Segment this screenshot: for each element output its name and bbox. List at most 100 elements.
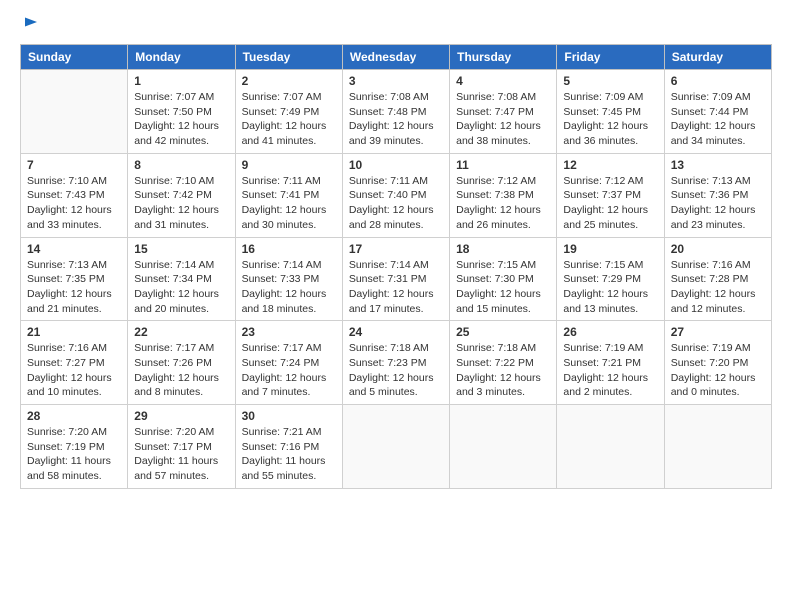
day-number: 6 (671, 74, 765, 88)
day-info: Sunrise: 7:10 AM Sunset: 7:43 PM Dayligh… (27, 174, 121, 233)
day-info: Sunrise: 7:11 AM Sunset: 7:41 PM Dayligh… (242, 174, 336, 233)
day-number: 8 (134, 158, 228, 172)
day-info: Sunrise: 7:11 AM Sunset: 7:40 PM Dayligh… (349, 174, 443, 233)
day-info: Sunrise: 7:18 AM Sunset: 7:22 PM Dayligh… (456, 341, 550, 400)
day-number: 27 (671, 325, 765, 339)
day-info: Sunrise: 7:07 AM Sunset: 7:50 PM Dayligh… (134, 90, 228, 149)
day-info: Sunrise: 7:12 AM Sunset: 7:38 PM Dayligh… (456, 174, 550, 233)
day-info: Sunrise: 7:19 AM Sunset: 7:21 PM Dayligh… (563, 341, 657, 400)
day-info: Sunrise: 7:14 AM Sunset: 7:34 PM Dayligh… (134, 258, 228, 317)
week-row-5: 28Sunrise: 7:20 AM Sunset: 7:19 PM Dayli… (21, 405, 772, 489)
day-info: Sunrise: 7:16 AM Sunset: 7:27 PM Dayligh… (27, 341, 121, 400)
day-info: Sunrise: 7:20 AM Sunset: 7:17 PM Dayligh… (134, 425, 228, 484)
logo-text (20, 16, 40, 34)
calendar-cell: 6 Sunrise: 7:09 AM Sunset: 7:44 PM Daylig… (664, 70, 771, 154)
week-row-2: 7 Sunrise: 7:10 AM Sunset: 7:43 PM Daylig… (21, 153, 772, 237)
weekday-header-tuesday: Tuesday (235, 45, 342, 70)
day-info: Sunrise: 7:15 AM Sunset: 7:30 PM Dayligh… (456, 258, 550, 317)
day-info: Sunrise: 7:12 AM Sunset: 7:37 PM Dayligh… (563, 174, 657, 233)
logo (20, 16, 40, 34)
calendar-cell: 4Sunrise: 7:08 AM Sunset: 7:47 PM Daylig… (450, 70, 557, 154)
calendar-body: 1 Sunrise: 7:07 AM Sunset: 7:50 PM Daylig… (21, 70, 772, 489)
day-number: 2 (242, 74, 336, 88)
calendar-cell: 27 Sunrise: 7:19 AM Sunset: 7:20 PM Dayli… (664, 321, 771, 405)
logo-flag-icon (22, 16, 40, 34)
day-info: Sunrise: 7:19 AM Sunset: 7:20 PM Dayligh… (671, 341, 765, 400)
calendar-header: SundayMondayTuesdayWednesdayThursdayFrid… (21, 45, 772, 70)
calendar-cell: 11 Sunrise: 7:12 AM Sunset: 7:38 PM Dayli… (450, 153, 557, 237)
day-info: Sunrise: 7:16 AM Sunset: 7:28 PM Dayligh… (671, 258, 765, 317)
day-number: 9 (242, 158, 336, 172)
calendar-cell: 23 Sunrise: 7:17 AM Sunset: 7:24 PM Dayli… (235, 321, 342, 405)
calendar-cell: 26Sunrise: 7:19 AM Sunset: 7:21 PM Dayli… (557, 321, 664, 405)
day-number: 30 (242, 409, 336, 423)
weekday-row: SundayMondayTuesdayWednesdayThursdayFrid… (21, 45, 772, 70)
day-info: Sunrise: 7:13 AM Sunset: 7:35 PM Dayligh… (27, 258, 121, 317)
calendar-cell: 18 Sunrise: 7:15 AM Sunset: 7:30 PM Dayli… (450, 237, 557, 321)
calendar-cell: 28Sunrise: 7:20 AM Sunset: 7:19 PM Dayli… (21, 405, 128, 489)
weekday-header-monday: Monday (128, 45, 235, 70)
day-info: Sunrise: 7:15 AM Sunset: 7:29 PM Dayligh… (563, 258, 657, 317)
calendar-cell (664, 405, 771, 489)
week-row-1: 1 Sunrise: 7:07 AM Sunset: 7:50 PM Daylig… (21, 70, 772, 154)
calendar-cell (342, 405, 449, 489)
day-number: 22 (134, 325, 228, 339)
calendar-cell: 13 Sunrise: 7:13 AM Sunset: 7:36 PM Dayli… (664, 153, 771, 237)
calendar-cell: 24 Sunrise: 7:18 AM Sunset: 7:23 PM Dayli… (342, 321, 449, 405)
day-number: 25 (456, 325, 550, 339)
day-number: 13 (671, 158, 765, 172)
calendar-cell: 7 Sunrise: 7:10 AM Sunset: 7:43 PM Daylig… (21, 153, 128, 237)
day-number: 10 (349, 158, 443, 172)
day-info: Sunrise: 7:18 AM Sunset: 7:23 PM Dayligh… (349, 341, 443, 400)
calendar-cell: 21Sunrise: 7:16 AM Sunset: 7:27 PM Dayli… (21, 321, 128, 405)
day-number: 15 (134, 242, 228, 256)
calendar-cell (21, 70, 128, 154)
calendar-cell (557, 405, 664, 489)
day-info: Sunrise: 7:07 AM Sunset: 7:49 PM Dayligh… (242, 90, 336, 149)
weekday-header-wednesday: Wednesday (342, 45, 449, 70)
calendar-cell: 2 Sunrise: 7:07 AM Sunset: 7:49 PM Daylig… (235, 70, 342, 154)
calendar-cell: 30 Sunrise: 7:21 AM Sunset: 7:16 PM Dayli… (235, 405, 342, 489)
calendar-cell: 5 Sunrise: 7:09 AM Sunset: 7:45 PM Daylig… (557, 70, 664, 154)
calendar-cell: 19 Sunrise: 7:15 AM Sunset: 7:29 PM Dayli… (557, 237, 664, 321)
calendar-cell: 29 Sunrise: 7:20 AM Sunset: 7:17 PM Dayli… (128, 405, 235, 489)
calendar-cell: 14 Sunrise: 7:13 AM Sunset: 7:35 PM Dayli… (21, 237, 128, 321)
day-number: 14 (27, 242, 121, 256)
day-info: Sunrise: 7:09 AM Sunset: 7:45 PM Dayligh… (563, 90, 657, 149)
day-number: 16 (242, 242, 336, 256)
weekday-header-sunday: Sunday (21, 45, 128, 70)
day-info: Sunrise: 7:14 AM Sunset: 7:31 PM Dayligh… (349, 258, 443, 317)
day-number: 4 (456, 74, 550, 88)
weekday-header-saturday: Saturday (664, 45, 771, 70)
day-number: 29 (134, 409, 228, 423)
calendar-cell: 3Sunrise: 7:08 AM Sunset: 7:48 PM Daylig… (342, 70, 449, 154)
day-number: 19 (563, 242, 657, 256)
calendar-cell (450, 405, 557, 489)
day-info: Sunrise: 7:10 AM Sunset: 7:42 PM Dayligh… (134, 174, 228, 233)
day-number: 24 (349, 325, 443, 339)
calendar-cell: 17 Sunrise: 7:14 AM Sunset: 7:31 PM Dayli… (342, 237, 449, 321)
calendar-cell: 22 Sunrise: 7:17 AM Sunset: 7:26 PM Dayli… (128, 321, 235, 405)
day-info: Sunrise: 7:14 AM Sunset: 7:33 PM Dayligh… (242, 258, 336, 317)
day-number: 28 (27, 409, 121, 423)
day-number: 3 (349, 74, 443, 88)
day-number: 11 (456, 158, 550, 172)
calendar-cell: 25 Sunrise: 7:18 AM Sunset: 7:22 PM Dayli… (450, 321, 557, 405)
calendar-cell: 15 Sunrise: 7:14 AM Sunset: 7:34 PM Dayli… (128, 237, 235, 321)
calendar-cell: 10 Sunrise: 7:11 AM Sunset: 7:40 PM Dayli… (342, 153, 449, 237)
day-number: 1 (134, 74, 228, 88)
day-info: Sunrise: 7:13 AM Sunset: 7:36 PM Dayligh… (671, 174, 765, 233)
calendar-cell: 1 Sunrise: 7:07 AM Sunset: 7:50 PM Daylig… (128, 70, 235, 154)
day-info: Sunrise: 7:17 AM Sunset: 7:24 PM Dayligh… (242, 341, 336, 400)
calendar-cell: 9 Sunrise: 7:11 AM Sunset: 7:41 PM Daylig… (235, 153, 342, 237)
day-info: Sunrise: 7:09 AM Sunset: 7:44 PM Dayligh… (671, 90, 765, 149)
day-number: 5 (563, 74, 657, 88)
day-info: Sunrise: 7:21 AM Sunset: 7:16 PM Dayligh… (242, 425, 336, 484)
weekday-header-friday: Friday (557, 45, 664, 70)
day-number: 17 (349, 242, 443, 256)
calendar-cell: 8 Sunrise: 7:10 AM Sunset: 7:42 PM Daylig… (128, 153, 235, 237)
day-number: 23 (242, 325, 336, 339)
day-info: Sunrise: 7:17 AM Sunset: 7:26 PM Dayligh… (134, 341, 228, 400)
day-number: 7 (27, 158, 121, 172)
day-number: 18 (456, 242, 550, 256)
